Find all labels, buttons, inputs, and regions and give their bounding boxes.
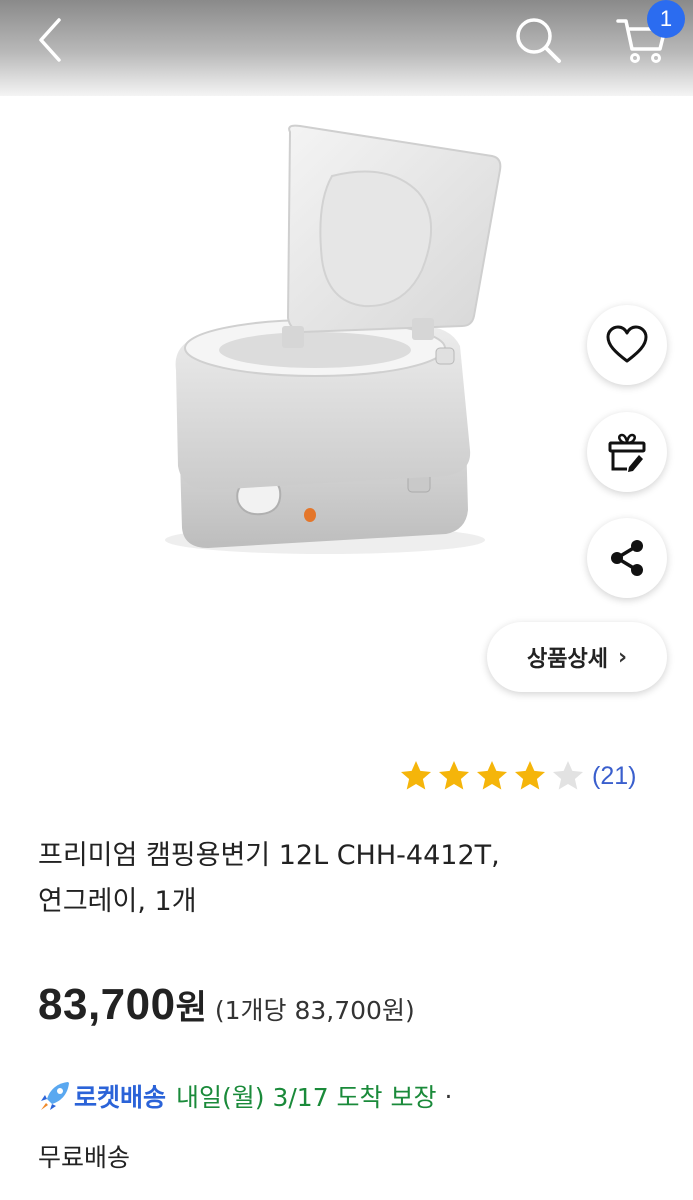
- product-title-line-2: 연그레이, 1개: [38, 886, 197, 917]
- star-filled-icon: [401, 761, 431, 790]
- rating[interactable]: (21): [398, 755, 636, 797]
- star-rating: [398, 758, 588, 794]
- product-detail-button[interactable]: 상품상세 ›: [487, 622, 667, 692]
- product-title-line-1: 프리미엄 캠핑용변기 12L CHH-4412T,: [38, 840, 500, 871]
- price-row: 83,700 원 (1개당 83,700원): [38, 980, 415, 1030]
- delivery-info: 로켓배송 내일(월) 3/17 도착 보장 ·: [38, 1078, 452, 1114]
- price: 83,700: [38, 980, 176, 1029]
- arrival-date: 내일(월) 3/17 도착 보장: [176, 1083, 437, 1112]
- rocket-delivery-label: 로켓배송: [74, 1083, 167, 1112]
- share-button[interactable]: [587, 518, 667, 598]
- share-icon: [611, 540, 643, 576]
- price-unit: 원: [175, 988, 207, 1028]
- chevron-right-icon: ›: [617, 644, 628, 670]
- rocket-icon: [41, 1082, 69, 1110]
- gift-button[interactable]: [587, 412, 667, 492]
- star-filled-icon: [477, 761, 507, 790]
- review-count[interactable]: (21): [592, 762, 636, 791]
- product-image[interactable]: [150, 120, 530, 570]
- back-arrow-icon: [39, 18, 61, 62]
- wishlist-button[interactable]: [587, 305, 667, 385]
- gift-icon: [608, 433, 646, 472]
- cart-count-badge: 1: [647, 0, 685, 38]
- product-title: 프리미엄 캠핑용변기 12L CHH-4412T, 연그레이, 1개: [38, 833, 668, 925]
- unit-price: (1개당 83,700원): [214, 996, 415, 1025]
- star-filled-icon: [515, 761, 545, 790]
- search-icon: [516, 18, 561, 63]
- search-button[interactable]: [508, 12, 568, 68]
- star-empty-icon: [553, 761, 583, 790]
- separator-dot: ·: [444, 1081, 453, 1111]
- top-header: 1: [0, 0, 693, 96]
- star-filled-icon: [439, 761, 469, 790]
- product-detail-label: 상품상세: [526, 647, 608, 672]
- heart-icon: [606, 325, 648, 363]
- back-button[interactable]: [22, 12, 78, 68]
- free-shipping: 무료배송: [38, 1143, 131, 1172]
